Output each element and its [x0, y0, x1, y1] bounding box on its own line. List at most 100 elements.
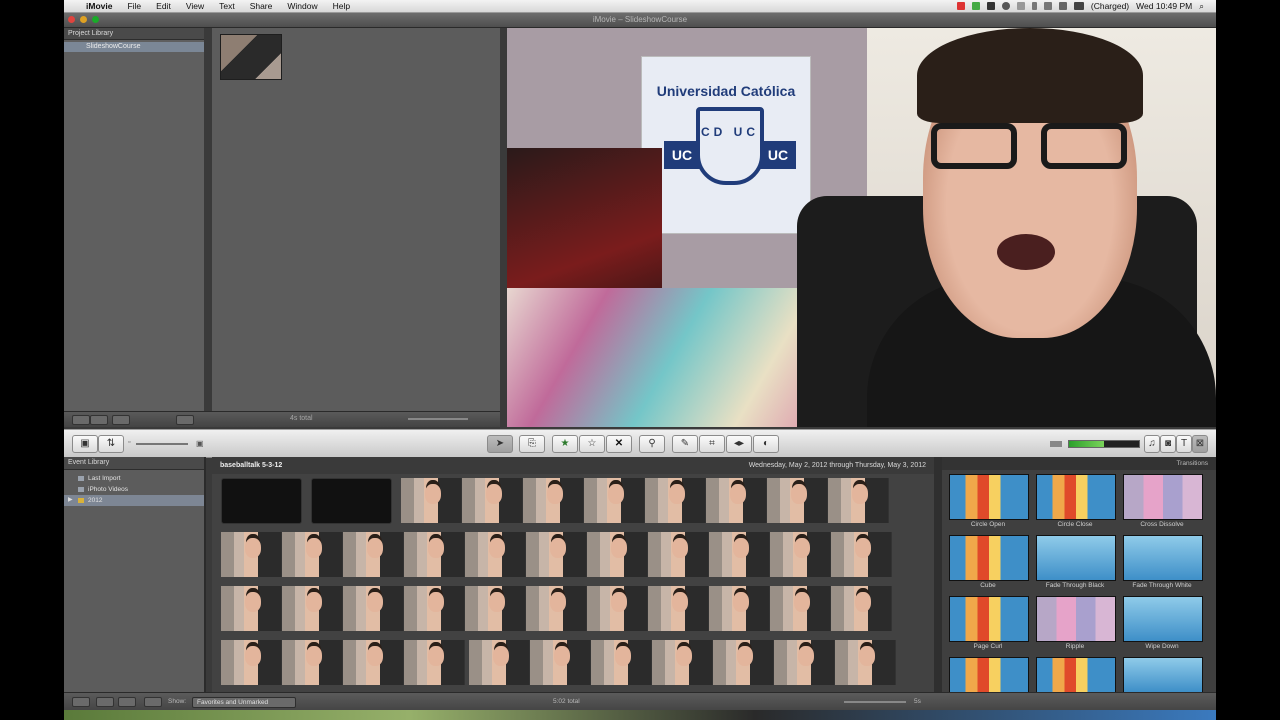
transition-cube[interactable] [949, 535, 1029, 581]
volume-icon[interactable] [1058, 2, 1067, 10]
clip-frame-thumbnail[interactable] [648, 532, 709, 577]
project-clip-thumbnail[interactable] [220, 34, 282, 80]
clip-frame-thumbnail[interactable] [401, 478, 462, 523]
clip-frame-thumbnail[interactable] [404, 640, 465, 685]
clip-frame-thumbnail[interactable] [770, 586, 831, 631]
clip-frame-thumbnail[interactable] [648, 586, 709, 631]
status-app-icon[interactable] [971, 2, 980, 10]
clip-frame-thumbnail[interactable] [465, 532, 526, 577]
project-item[interactable]: SlideshowCourse [64, 42, 204, 52]
transition-fade-white[interactable] [1123, 535, 1203, 581]
clip-frame-thumbnail[interactable] [221, 640, 282, 685]
clip-frame-thumbnail[interactable] [343, 586, 404, 631]
wifi-icon[interactable] [1043, 2, 1052, 10]
video-viewer[interactable]: Universidad Católica CD UC UC UC [507, 28, 1216, 427]
title-browser-button[interactable]: T [1176, 435, 1192, 453]
clip-frame-thumbnail[interactable] [831, 586, 892, 631]
transition-cross-dissolve[interactable] [1123, 474, 1203, 520]
crop-button[interactable]: ⌗ [699, 435, 725, 453]
clip-frame-thumbnail[interactable] [770, 532, 831, 577]
clip-frame-thumbnail[interactable] [526, 586, 587, 631]
clip-frame-thumbnail[interactable] [462, 478, 523, 523]
time-machine-icon[interactable] [1016, 2, 1025, 10]
menu-share[interactable]: Share [250, 1, 273, 11]
clip-frame-thumbnail[interactable] [774, 640, 835, 685]
clip-frame-thumbnail[interactable] [465, 586, 526, 631]
audio-waveform-icon[interactable] [1050, 441, 1062, 447]
clip-frame-thumbnail[interactable] [469, 640, 530, 685]
unmark-button[interactable]: ☆ [579, 435, 605, 453]
reject-button[interactable]: ✕ [606, 435, 632, 453]
clock[interactable]: Wed 10:49 PM [1136, 1, 1192, 11]
close-window-icon[interactable] [68, 16, 75, 23]
event-view-button[interactable] [72, 697, 90, 707]
clip-frame-thumbnail[interactable] [282, 640, 343, 685]
transition-circle-close[interactable] [1036, 474, 1116, 520]
menu-help[interactable]: Help [333, 1, 350, 11]
add-project-button[interactable] [176, 415, 194, 425]
mark-favorite-button[interactable]: ★ [552, 435, 578, 453]
clip-frame-thumbnail[interactable] [526, 532, 587, 577]
clip-frame-thumbnail[interactable] [221, 532, 282, 577]
clip-frame-thumbnail[interactable] [709, 532, 770, 577]
clip-frame-thumbnail[interactable] [587, 532, 648, 577]
pane-divider[interactable] [204, 28, 212, 411]
transition-tile[interactable] [1036, 657, 1116, 693]
record-icon[interactable] [956, 2, 965, 10]
menu-window[interactable]: Window [287, 1, 317, 11]
search-icon[interactable] [144, 697, 162, 707]
clip-frame-thumbnail[interactable] [404, 586, 465, 631]
eyedropper-button[interactable]: ✎ [672, 435, 698, 453]
transition-page-curl[interactable] [949, 596, 1029, 642]
play-project-button[interactable] [112, 415, 130, 425]
add-to-project-button[interactable]: ⎘ [519, 435, 545, 453]
bluetooth-icon[interactable] [1031, 2, 1037, 10]
inspector-button[interactable]: ◐ [753, 435, 779, 453]
keyword-button[interactable]: ⚲ [639, 435, 665, 453]
clip-strip-4a[interactable] [221, 640, 465, 685]
photo-browser-button[interactable]: ◙ [1160, 435, 1176, 453]
clip-frame-thumbnail[interactable] [713, 640, 774, 685]
clip-frame-thumbnail[interactable] [828, 478, 889, 523]
audio-adjust-button[interactable]: ◂▸ [726, 435, 752, 453]
select-tool-button[interactable]: ➤ [487, 435, 513, 453]
zoom-window-icon[interactable] [92, 16, 99, 23]
black-clip[interactable] [221, 478, 302, 524]
clip-frame-thumbnail[interactable] [706, 478, 767, 523]
clip-frame-thumbnail[interactable] [652, 640, 713, 685]
menu-edit[interactable]: Edit [156, 1, 171, 11]
clip-strip-3[interactable] [221, 586, 892, 631]
minimize-window-icon[interactable] [80, 16, 87, 23]
event-item-iphoto-videos[interactable]: iPhoto Videos [64, 484, 204, 495]
clip-frame-thumbnail[interactable] [404, 532, 465, 577]
clip-frame-thumbnail[interactable] [831, 532, 892, 577]
show-filter-select[interactable]: Favorites and Unmarked [192, 697, 296, 708]
swap-events-projects-button[interactable]: ⇅ [98, 435, 124, 453]
transition-circle-open[interactable] [949, 474, 1029, 520]
sync-icon[interactable] [1001, 2, 1010, 10]
camera-import-button[interactable]: ▣ [72, 435, 98, 453]
menu-app[interactable]: iMovie [86, 1, 112, 11]
clip-frame-thumbnail[interactable] [767, 478, 828, 523]
clip-strip-4b[interactable] [469, 640, 896, 685]
transition-tile[interactable] [1123, 657, 1203, 693]
transition-tile[interactable] [949, 657, 1029, 693]
battery-icon[interactable] [1073, 2, 1084, 10]
event-zoom-slider[interactable] [844, 701, 906, 703]
transition-ripple[interactable] [1036, 596, 1116, 642]
clip-frame-thumbnail[interactable] [645, 478, 706, 523]
clip-frame-thumbnail[interactable] [591, 640, 652, 685]
play-event-button[interactable] [118, 697, 136, 707]
clip-strip-2[interactable] [221, 532, 892, 577]
project-view-button[interactable] [72, 415, 90, 425]
clip-frame-thumbnail[interactable] [221, 586, 282, 631]
event-item-last-import[interactable]: Last Import [64, 473, 204, 484]
transition-wipe-down[interactable] [1123, 596, 1203, 642]
clip-size-slider[interactable] [136, 443, 188, 445]
event-scrollbar[interactable] [934, 457, 942, 692]
clip-frame-thumbnail[interactable] [709, 586, 770, 631]
clip-frame-thumbnail[interactable] [584, 478, 645, 523]
clip-frame-thumbnail[interactable] [530, 640, 591, 685]
clip-frame-thumbnail[interactable] [343, 532, 404, 577]
clip-frame-thumbnail[interactable] [282, 532, 343, 577]
